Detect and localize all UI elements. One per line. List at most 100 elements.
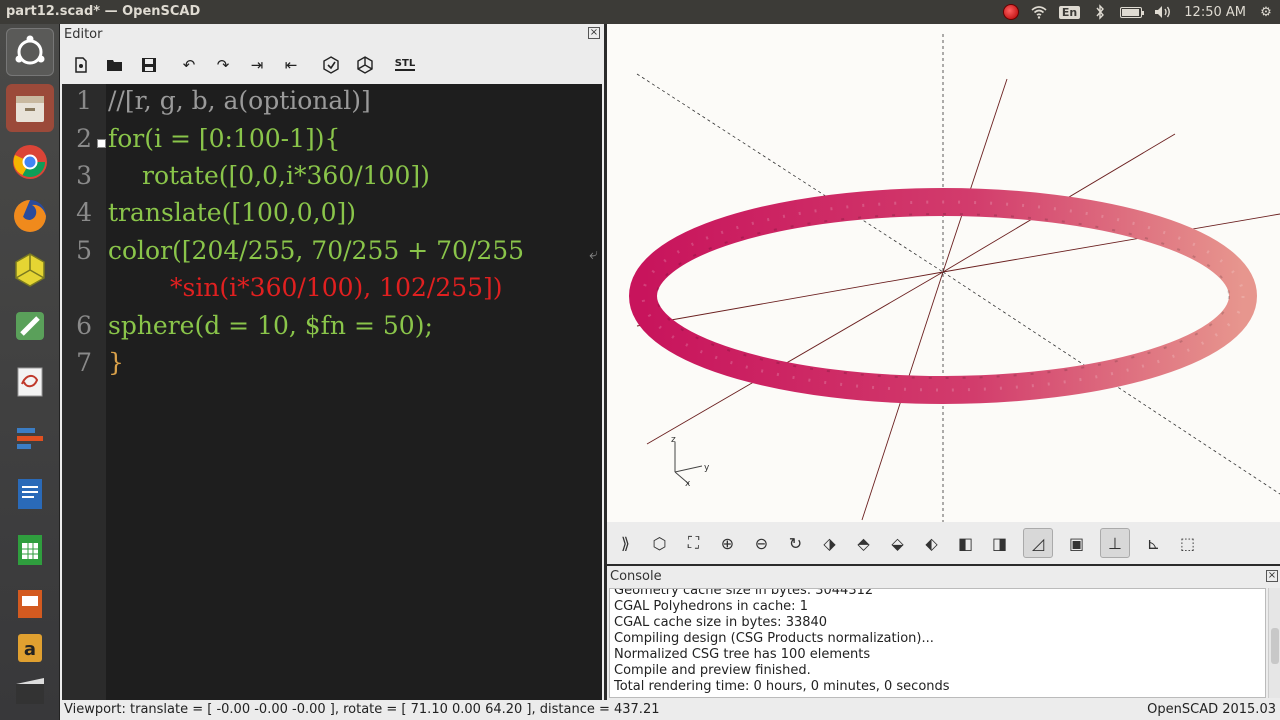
amazon-icon[interactable]: a (6, 624, 54, 672)
editor-header: Editor × (60, 24, 604, 46)
indent-icon[interactable]: ⇥ (246, 54, 268, 76)
orthogonal-icon[interactable]: ▣ (1066, 533, 1087, 554)
app-switcher-icon[interactable] (6, 414, 54, 462)
show-edges-icon[interactable]: ⬚ (1177, 533, 1198, 554)
keyboard-language-indicator[interactable]: En (1058, 3, 1081, 21)
code-line: for(i = [0:100-1]){ (108, 124, 340, 153)
console-output[interactable]: Geometry cache size in bytes: 3044312 CG… (609, 588, 1266, 698)
window-title: part12.scad* — OpenSCAD (6, 4, 201, 19)
console-line: Total rendering time: 0 hours, 0 minutes… (614, 679, 950, 694)
console-header: Console × (607, 566, 1280, 588)
export-stl-icon[interactable]: STL (394, 54, 416, 76)
status-bar: Viewport: translate = [ -0.00 -0.00 -0.0… (60, 700, 1280, 720)
code-line: color([204/255, 70/255 + 70/255 (108, 236, 524, 265)
view-left-icon[interactable]: ⬖ (921, 533, 942, 554)
console-line: CGAL cache size in bytes: 33840 (614, 615, 828, 630)
redo-icon[interactable]: ↷ (212, 54, 234, 76)
code-editor[interactable]: 1 2 3 4 5 6 7 //[r, g, b, a(optional)] f… (62, 84, 602, 700)
preview-icon[interactable]: ⟫ (615, 533, 636, 554)
view-front-icon[interactable]: ◧ (955, 533, 976, 554)
openscad-icon[interactable] (6, 246, 54, 294)
view-bottom-icon[interactable]: ⬙ (887, 533, 908, 554)
clock[interactable]: 12:50 AM (1184, 3, 1246, 21)
battery-icon[interactable] (1120, 3, 1145, 21)
view-back-icon[interactable]: ◨ (989, 533, 1010, 554)
fold-marker-icon[interactable] (97, 139, 106, 148)
gizmo-y-label: y (704, 463, 710, 473)
inkscape-icon[interactable] (6, 302, 54, 350)
code-text: sphere(d = 10, $fn = 50); (108, 311, 433, 340)
show-axes-icon[interactable]: ⊥ (1100, 528, 1130, 558)
chrome-icon[interactable] (6, 138, 54, 186)
gizmo-z-label: z (671, 435, 676, 445)
code-text: *sin(i*360/100), 102/255]) (170, 273, 503, 302)
writer-icon[interactable] (6, 470, 54, 518)
line-number-gutter: 1 2 3 4 5 6 7 (62, 84, 106, 700)
save-icon[interactable] (138, 54, 160, 76)
files-icon[interactable] (6, 84, 54, 132)
render-icon[interactable] (354, 54, 376, 76)
unindent-icon[interactable]: ⇤ (280, 54, 302, 76)
wifi-icon[interactable] (1031, 3, 1047, 21)
wrap-marker-icon: ⤶ (589, 244, 598, 263)
undo-icon[interactable]: ↶ (178, 54, 200, 76)
view-toolbar: ⟫ ⬡ ⛶ ⊕ ⊖ ↻ ⬗ ⬘ ⬙ ⬖ ◧ ◨ ◿ ▣ ⊥ ⊾ ⬚ (607, 522, 1280, 564)
zoom-in-icon[interactable]: ⊕ (717, 533, 738, 554)
code-line: rotate([0,0,i*360/100]) (142, 161, 430, 190)
console-line: CGAL Polyhedrons in cache: 1 (614, 599, 808, 614)
console-line: Geometry cache size in bytes: 3044312 (614, 588, 874, 598)
gizmo-x-label: x (685, 479, 691, 489)
record-indicator-icon[interactable] (1002, 3, 1019, 21)
axis-gizmo (674, 442, 703, 485)
console-title: Console (610, 569, 662, 584)
preview-icon[interactable] (320, 54, 342, 76)
document-viewer-icon[interactable] (6, 358, 54, 406)
version-label: OpenSCAD 2015.03 (1147, 702, 1276, 717)
code-text: color([204/255, 70/255 + 70/255 (108, 236, 525, 265)
volume-icon[interactable] (1154, 3, 1172, 21)
svg-text:a: a (24, 639, 36, 660)
line-number: 2 (76, 124, 92, 153)
code-text: translate([100,0,0]) (108, 198, 357, 227)
code-text: //[r, g, b, a(optional)] (108, 86, 371, 115)
negative-axes (636, 34, 1280, 522)
system-tray: En 12:50 AM ⚙ (1002, 2, 1274, 22)
editor-panel: Editor × ↶ ↷ ⇥ ⇤ STL 1 2 3 4 5 6 7 //[r,… (60, 24, 604, 700)
view-all-icon[interactable]: ⛶ (683, 533, 704, 554)
console-scrollbar[interactable] (1268, 588, 1280, 698)
top-panel: part12.scad* — OpenSCAD En 12:50 AM ⚙ (0, 0, 1280, 24)
code-line: } (108, 348, 124, 377)
render-icon[interactable]: ⬡ (649, 533, 670, 554)
close-icon[interactable]: × (588, 27, 600, 39)
line-number: 5 (76, 236, 92, 265)
video-editor-icon[interactable] (6, 668, 54, 716)
viewport-render: z y x (629, 34, 1280, 522)
firefox-icon[interactable] (6, 192, 54, 240)
dash-home-icon[interactable] (6, 28, 54, 76)
reset-view-icon[interactable]: ↻ (785, 533, 806, 554)
view-top-icon[interactable]: ⬘ (853, 533, 874, 554)
zoom-out-icon[interactable]: ⊖ (751, 533, 772, 554)
bluetooth-icon[interactable] (1092, 3, 1108, 21)
new-file-icon[interactable] (70, 54, 92, 76)
impress-icon[interactable] (6, 580, 54, 628)
editor-toolbar: ↶ ↷ ⇥ ⇤ STL (60, 46, 604, 84)
console-panel: Console × Geometry cache size in bytes: … (607, 566, 1280, 700)
open-file-icon[interactable] (104, 54, 126, 76)
sphere-ring (629, 188, 1257, 404)
gear-icon[interactable]: ⚙ (1258, 3, 1274, 21)
3d-viewport[interactable]: z y x (607, 24, 1280, 522)
viewport-status: Viewport: translate = [ -0.00 -0.00 -0.0… (64, 702, 660, 717)
show-scale-markers-icon[interactable]: ⊾ (1143, 533, 1164, 554)
calc-icon[interactable] (6, 526, 54, 574)
line-number: 6 (76, 311, 92, 340)
launcher: a (0, 24, 60, 720)
code-line: //[r, g, b, a(optional)] (108, 86, 371, 115)
perspective-icon[interactable]: ◿ (1023, 528, 1053, 558)
code-text: for(i = [0:100-1]){ (108, 124, 341, 153)
console-line: Compile and preview finished. (614, 663, 811, 678)
code-line: translate([100,0,0]) (108, 198, 356, 227)
line-number: 1 (76, 86, 92, 115)
view-right-icon[interactable]: ⬗ (819, 533, 840, 554)
close-icon[interactable]: × (1266, 570, 1278, 582)
